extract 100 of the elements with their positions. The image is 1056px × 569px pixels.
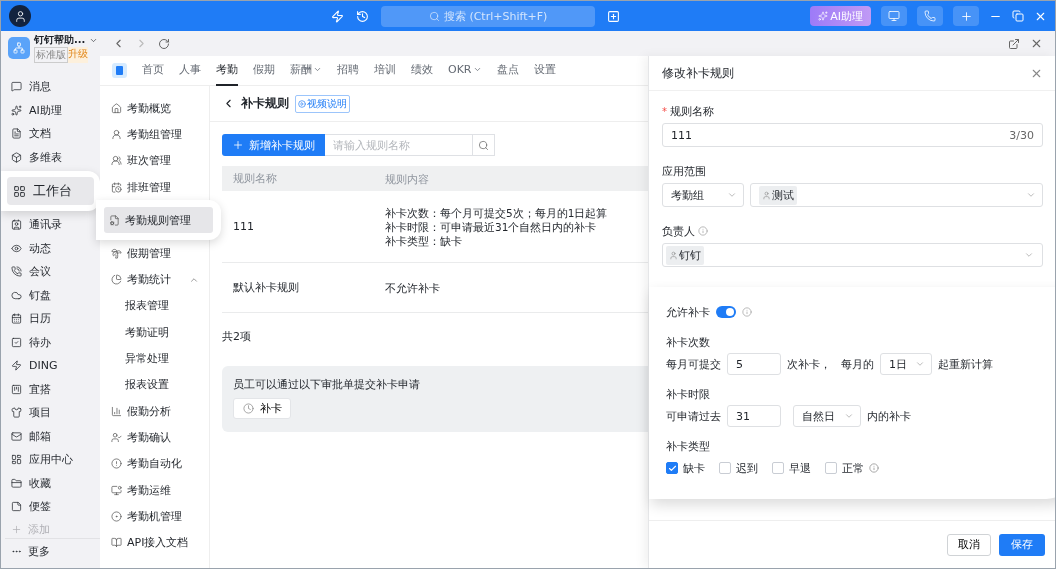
sidebar-item[interactable]: 日历 [5,307,100,331]
type-checkbox[interactable]: 早退 [772,460,811,476]
org-avatar[interactable] [8,37,30,59]
type-checkbox[interactable]: 正常 [825,460,879,476]
plus-icon [232,139,244,151]
chevron-down-icon [844,411,854,421]
menu-item[interactable]: 考勤机管理 [100,503,209,530]
submenu-item[interactable]: 异常处理 [100,345,209,372]
open-window-icon[interactable] [1008,37,1020,50]
lightning-icon[interactable] [331,9,345,23]
sidebar-item[interactable]: 项目 [5,401,100,425]
allow-toggle[interactable] [716,306,736,318]
cancel-button[interactable]: 取消 [947,533,991,556]
menu-item[interactable]: API接入文档 [100,529,209,556]
nav-tab[interactable]: 绩效 [411,55,433,86]
sidebar-item[interactable]: 待办 [5,330,100,354]
table-cell-text: 111 [232,220,255,233]
menu-item[interactable]: 考勤概览 [100,95,209,122]
document-icon [11,128,22,140]
close-icon[interactable] [1030,37,1043,50]
sidebar-item[interactable]: DING [5,354,100,378]
sidebar-item[interactable]: 钉盘 [5,283,100,307]
approval-hint: 员工可以通过以下审批单提交补卡申请 [233,378,421,392]
monitor-icon [111,484,122,496]
add-rule-button[interactable]: 新增补卡规则 [222,134,325,156]
menu-item[interactable]: 假勤分析 [100,397,209,425]
checkbox[interactable] [719,462,731,474]
org-name[interactable]: 钉钉帮助... [34,33,86,47]
refresh-icon[interactable] [158,37,170,50]
sidebar-item[interactable]: 通讯录 [5,213,100,237]
type-checkbox[interactable]: 缺卡 [666,460,705,476]
sidebar-item[interactable]: AI助理 [5,98,100,122]
nav-tab[interactable]: OKR [448,55,482,86]
add-button[interactable] [953,6,979,26]
nav-tab[interactable]: 首页 [142,55,164,86]
info-icon [742,307,752,317]
sidebar-item[interactable]: 宜搭 [5,377,100,401]
call-button[interactable] [917,6,943,26]
submenu-item[interactable]: 报表设置 [100,371,209,398]
scope-select[interactable]: 测试 [750,183,1043,207]
menu-item[interactable]: 假期管理 [100,240,209,267]
nav-tab[interactable]: 假期 [253,55,275,86]
bar-chart-icon [111,405,122,417]
lightning-icon [11,360,22,372]
screen-share-button[interactable] [881,6,907,26]
day-select[interactable]: 1日 [880,353,932,375]
sidebar-item[interactable]: 应用中心 [5,448,100,472]
sidebar-item[interactable]: 会议 [5,260,100,284]
approval-form-button[interactable]: 补卡 [233,398,291,419]
unit-label: 次补卡， [787,356,831,372]
day-type-select[interactable]: 自然日 [793,405,861,427]
sidebar-item[interactable]: 便签 [5,495,100,519]
days-field[interactable]: 31 [727,405,781,427]
pie-chart-icon [111,274,122,286]
sidebar-item[interactable]: 多维表 [5,145,100,169]
scope-type-select[interactable]: 考勤组 [662,183,744,207]
submenu-item[interactable]: 报表管理 [100,292,209,320]
chevron-down-icon [1026,190,1036,200]
type-checkbox[interactable]: 迟到 [719,460,758,476]
field-label: 负责人 [662,223,695,239]
menu-item[interactable]: 考勤确认 [100,424,209,451]
checkbox[interactable] [825,462,837,474]
rule-name-field[interactable]: 111 3/30 [662,123,1043,147]
cloud-icon [11,289,22,301]
sidebar-item[interactable]: 收藏 [5,471,100,495]
menu-item[interactable]: 考勤统计 [100,266,209,293]
apps-add-icon[interactable] [607,9,621,23]
sidebar-item[interactable]: 消息 [5,75,100,99]
menu-item[interactable]: 考勤规则管理 [104,207,213,234]
owner-select[interactable]: 钉钉 [662,243,1043,267]
video-help-link[interactable]: 视频说明 [295,94,350,113]
restore-icon[interactable] [1012,10,1024,22]
palm-tree-icon [111,247,122,259]
checkbox[interactable] [666,462,678,474]
save-button[interactable]: 保存 [999,533,1045,556]
sidebar-item[interactable]: 动态 [5,236,100,260]
sidebar-item[interactable]: 工作台 [7,177,94,205]
nav-tab[interactable]: 考勤 [216,55,238,86]
count-field[interactable]: 5 [727,353,781,375]
sidebar-item[interactable]: 邮箱 [5,424,100,448]
nav-tab[interactable]: 人事 [179,55,201,86]
nav-tab[interactable]: 薪酬 [290,55,322,86]
menu-item[interactable]: 考勤自动化 [100,450,209,477]
nav-tab[interactable]: 培训 [374,55,396,86]
sidebar-item[interactable]: 文档 [5,122,100,146]
menu-item[interactable]: 考勤运维 [100,476,209,504]
menu-item[interactable]: 排班管理 [100,173,209,201]
nav-tab[interactable]: 盘点 [496,55,519,86]
nav-tab[interactable]: 招聘 [337,55,359,86]
history-icon[interactable] [356,9,370,23]
table-cell-text: 不允许补卡 [385,280,441,295]
submenu-item[interactable]: 考勤证明 [100,319,209,346]
menu-item[interactable]: 班次管理 [100,147,209,174]
shirt-icon [11,407,22,419]
search-field[interactable]: 请输入规则名称 [325,134,473,156]
search-button[interactable] [473,134,495,156]
checkbox[interactable] [772,462,784,474]
nav-tab[interactable]: 设置 [533,55,556,86]
app-logo[interactable] [112,63,127,78]
menu-item[interactable]: 考勤组管理 [100,121,209,148]
